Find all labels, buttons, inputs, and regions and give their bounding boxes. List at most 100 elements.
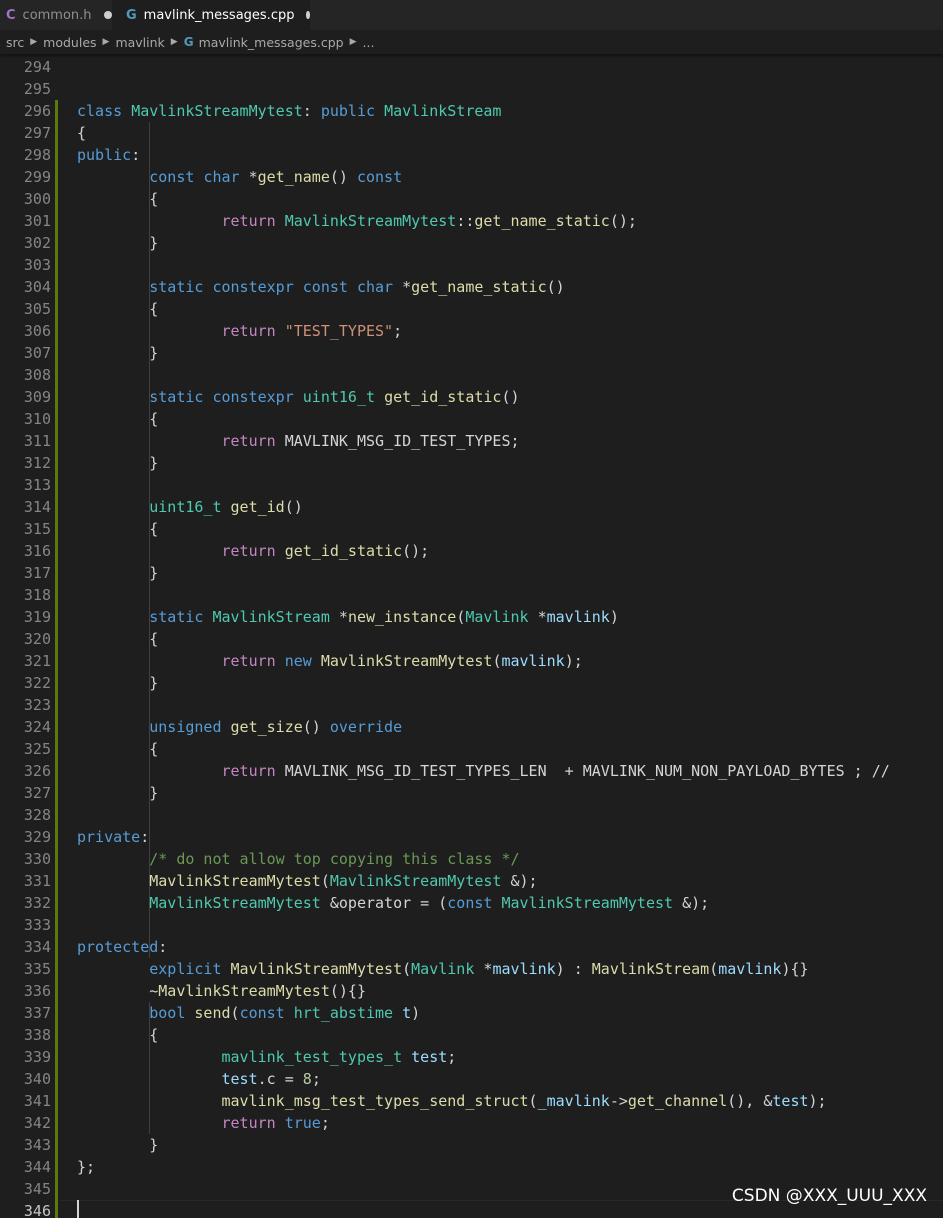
code-text[interactable]: protected: (77, 936, 167, 958)
code-text[interactable]: { (77, 408, 158, 430)
tab-mavlink-messages-cpp[interactable]: G mavlink_messages.cpp (112, 0, 310, 30)
code-text[interactable]: } (77, 672, 158, 694)
breadcrumb-src[interactable]: src (6, 35, 24, 50)
code-text[interactable]: explicit MavlinkStreamMytest(Mavlink *ma… (77, 958, 808, 980)
code-line[interactable]: 344}; (0, 1156, 943, 1178)
code-text[interactable]: unsigned get_size() override (77, 716, 402, 738)
code-text[interactable]: test.c = 8; (77, 1068, 321, 1090)
code-line[interactable]: 312 } (0, 452, 943, 474)
code-line[interactable]: 305 { (0, 298, 943, 320)
code-line[interactable]: 322 } (0, 672, 943, 694)
code-line[interactable]: 314 uint16_t get_id() (0, 496, 943, 518)
breadcrumb-file[interactable]: mavlink_messages.cpp (199, 35, 344, 50)
code-text[interactable]: { (77, 188, 158, 210)
code-line[interactable]: 298 public: (0, 144, 943, 166)
code-editor[interactable]: 294 295 296 class MavlinkStreamMytest: publ… (0, 55, 943, 1218)
code-text[interactable]: mavlink_test_types_t test; (77, 1046, 457, 1068)
code-text[interactable]: }; (77, 1156, 95, 1178)
code-line[interactable]: 308 (0, 364, 943, 386)
code-text[interactable]: mavlink_msg_test_types_send_struct(_mavl… (77, 1090, 827, 1112)
code-text[interactable]: const char *get_name() const (77, 166, 402, 188)
code-line[interactable]: 338 { (0, 1024, 943, 1046)
code-text[interactable]: { (77, 298, 158, 320)
code-line[interactable]: 329 private: (0, 826, 943, 848)
code-text[interactable]: return new MavlinkStreamMytest(mavlink); (77, 650, 583, 672)
code-text[interactable]: class MavlinkStreamMytest: public Mavlin… (77, 100, 501, 122)
code-line[interactable]: 317 } (0, 562, 943, 584)
code-line[interactable]: 306 return "TEST_TYPES"; (0, 320, 943, 342)
code-line[interactable]: 339 mavlink_test_types_t test; (0, 1046, 943, 1068)
code-line[interactable]: 327 } (0, 782, 943, 804)
code-line[interactable]: 343 } (0, 1134, 943, 1156)
code-line[interactable]: 328 (0, 804, 943, 826)
code-line[interactable]: 340 test.c = 8; (0, 1068, 943, 1090)
code-line[interactable]: 319 static MavlinkStream *new_instance(M… (0, 606, 943, 628)
code-line[interactable]: 307 } (0, 342, 943, 364)
code-line[interactable]: 325 { (0, 738, 943, 760)
code-line[interactable]: 330 /* do not allow top copying this cla… (0, 848, 943, 870)
code-text[interactable]: return "TEST_TYPES"; (77, 320, 403, 342)
code-text[interactable]: ~MavlinkStreamMytest(){} (77, 980, 366, 1002)
code-line[interactable]: 323 (0, 694, 943, 716)
tab-common-h[interactable]: C common.h (0, 0, 112, 30)
code-text[interactable]: } (77, 452, 158, 474)
code-line[interactable]: 302 } (0, 232, 943, 254)
code-text[interactable]: { (77, 628, 158, 650)
code-text[interactable]: private: (77, 826, 149, 848)
code-line[interactable]: 303 (0, 254, 943, 276)
code-line[interactable]: 334 protected: (0, 936, 943, 958)
code-text[interactable]: MavlinkStreamMytest(MavlinkStreamMytest … (77, 870, 537, 892)
modified-dot-icon[interactable] (103, 11, 112, 19)
code-line[interactable]: 299 const char *get_name() const (0, 166, 943, 188)
code-line[interactable]: 337 bool send(const hrt_abstime t) (0, 1002, 943, 1024)
code-text[interactable]: return get_id_static(); (77, 540, 430, 562)
code-text[interactable]: static constexpr uint16_t get_id_static(… (77, 386, 519, 408)
code-line[interactable]: 295 (0, 78, 943, 100)
breadcrumb-mavlink[interactable]: mavlink (115, 35, 164, 50)
code-line[interactable]: 297 { (0, 122, 943, 144)
code-line[interactable]: 341 mavlink_msg_test_types_send_struct(_… (0, 1090, 943, 1112)
code-line[interactable]: 324 unsigned get_size() override (0, 716, 943, 738)
code-line[interactable]: 300 { (0, 188, 943, 210)
code-line[interactable]: 318 (0, 584, 943, 606)
code-text[interactable]: /* do not allow top copying this class *… (77, 848, 519, 870)
code-line[interactable]: 301 return MavlinkStreamMytest::get_name… (0, 210, 943, 232)
code-text[interactable]: { (77, 1024, 158, 1046)
code-text[interactable]: static constexpr const char *get_name_st… (77, 276, 564, 298)
code-text[interactable]: static MavlinkStream *new_instance(Mavli… (77, 606, 619, 628)
code-text[interactable]: } (77, 782, 158, 804)
code-line[interactable]: 304 static constexpr const char *get_nam… (0, 276, 943, 298)
breadcrumb-modules[interactable]: modules (43, 35, 96, 50)
code-line[interactable]: 315 { (0, 518, 943, 540)
code-text[interactable]: return MAVLINK_MSG_ID_TEST_TYPES; (77, 430, 520, 452)
code-line[interactable]: 321 return new MavlinkStreamMytest(mavli… (0, 650, 943, 672)
code-text[interactable]: { (77, 738, 158, 760)
code-line[interactable]: 342 return true; (0, 1112, 943, 1134)
code-line[interactable]: 320 { (0, 628, 943, 650)
code-text[interactable]: } (77, 232, 158, 254)
code-line[interactable]: 313 (0, 474, 943, 496)
code-line[interactable]: 336 ~MavlinkStreamMytest(){} (0, 980, 943, 1002)
code-text[interactable]: MavlinkStreamMytest &operator = (const M… (77, 892, 709, 914)
code-line[interactable]: 311 return MAVLINK_MSG_ID_TEST_TYPES; (0, 430, 943, 452)
code-line[interactable]: 335 explicit MavlinkStreamMytest(Mavlink… (0, 958, 943, 980)
code-line[interactable]: 316 return get_id_static(); (0, 540, 943, 562)
code-line[interactable]: 310 { (0, 408, 943, 430)
code-line[interactable]: 331 MavlinkStreamMytest(MavlinkStreamMyt… (0, 870, 943, 892)
code-text[interactable]: } (77, 1134, 158, 1156)
code-text[interactable]: return MavlinkStreamMytest::get_name_sta… (77, 210, 637, 232)
code-text[interactable]: uint16_t get_id() (77, 496, 303, 518)
code-text[interactable]: { (77, 122, 86, 144)
code-text[interactable]: { (77, 518, 158, 540)
code-text[interactable]: bool send(const hrt_abstime t) (77, 1002, 420, 1024)
code-line[interactable]: 333 (0, 914, 943, 936)
code-line[interactable]: 309 static constexpr uint16_t get_id_sta… (0, 386, 943, 408)
code-text[interactable]: return MAVLINK_MSG_ID_TEST_TYPES_LEN + M… (77, 760, 890, 782)
code-line[interactable]: 296 class MavlinkStreamMytest: public Mav… (0, 100, 943, 122)
code-line[interactable]: 332 MavlinkStreamMytest &operator = (con… (0, 892, 943, 914)
breadcrumb-symbols[interactable]: ... (363, 35, 375, 50)
modified-dot-icon[interactable] (306, 11, 310, 19)
code-text[interactable]: } (77, 342, 158, 364)
code-text[interactable]: public: (77, 144, 140, 166)
code-text[interactable]: } (77, 562, 158, 584)
